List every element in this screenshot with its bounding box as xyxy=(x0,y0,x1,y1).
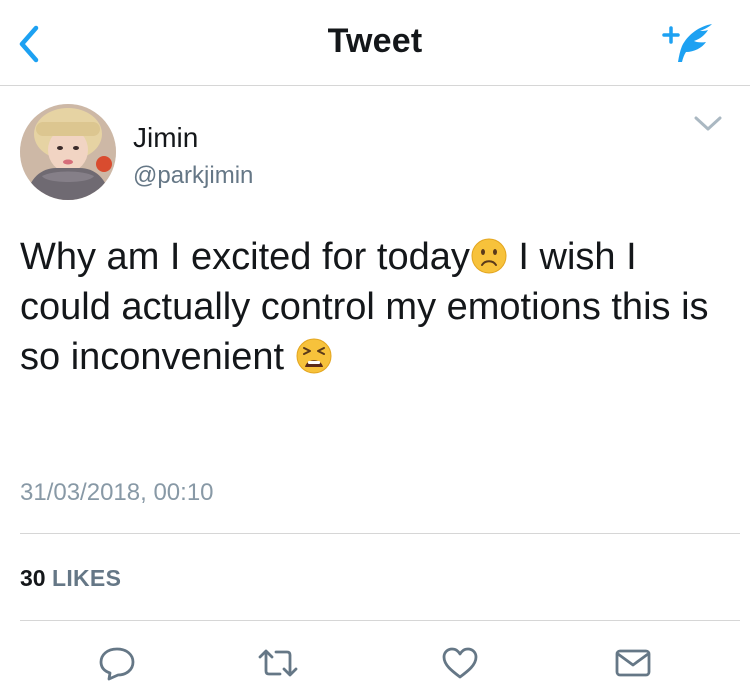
tweet-text-part-1: Why am I excited for today xyxy=(20,236,470,278)
frowning-face-emoji xyxy=(471,238,507,274)
heart-icon xyxy=(442,647,478,679)
compose-tweet-icon xyxy=(662,24,712,62)
retweet-icon xyxy=(258,649,298,677)
divider xyxy=(20,620,740,621)
profile-photo xyxy=(20,104,116,200)
chevron-down-icon xyxy=(694,116,722,131)
compose-tweet-button[interactable] xyxy=(660,18,720,68)
tweet-text: Why am I excited for today I wish I coul… xyxy=(20,232,735,382)
tired-face-emoji xyxy=(296,338,332,374)
reply-icon xyxy=(99,647,135,681)
envelope-icon xyxy=(615,649,651,677)
avatar[interactable] xyxy=(20,104,116,200)
retweet-button[interactable] xyxy=(256,645,298,681)
divider xyxy=(20,533,740,534)
direct-message-button[interactable] xyxy=(613,645,653,681)
likes-count: 30 xyxy=(20,565,46,591)
tweet-timestamp: 31/03/2018, 00:10 xyxy=(20,479,214,506)
navigation-bar: Tweet xyxy=(0,0,750,86)
like-button[interactable] xyxy=(440,645,480,681)
author-name[interactable]: Jimin xyxy=(133,122,198,154)
more-options-button[interactable] xyxy=(690,110,726,138)
page-title: Tweet xyxy=(327,22,423,60)
likes-summary[interactable]: 30 LIKES xyxy=(20,565,121,592)
reply-button[interactable] xyxy=(97,645,137,681)
author-handle[interactable]: @parkjimin xyxy=(133,162,253,190)
likes-label: LIKES xyxy=(51,565,122,591)
